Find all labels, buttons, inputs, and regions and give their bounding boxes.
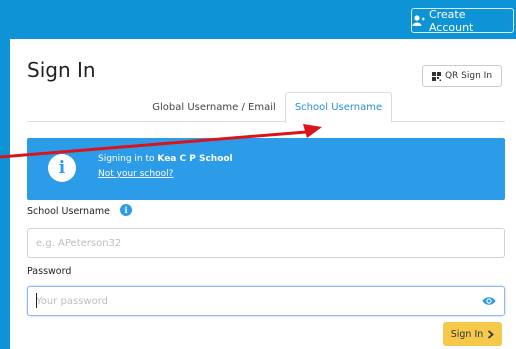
sign-in-tabs: Global Username / Email School Username [27, 92, 505, 123]
top-bar: Create Account [0, 0, 516, 39]
qr-sign-in-button[interactable]: QR Sign In [422, 65, 502, 87]
text-caret [36, 293, 37, 308]
info-icon: i [48, 154, 76, 182]
school-username-label: School Username [27, 206, 110, 217]
tab-school-username[interactable]: School Username [285, 92, 392, 123]
sign-in-label: Sign In [450, 328, 484, 340]
page-title: Sign In [27, 58, 96, 82]
signing-in-text: Signing in to Kea C P School [98, 154, 233, 164]
add-user-icon [412, 15, 425, 26]
qr-code-icon [431, 71, 441, 81]
qr-sign-in-label: QR Sign In [444, 71, 493, 81]
password-input[interactable] [27, 286, 505, 316]
create-account-button[interactable]: Create Account [411, 7, 514, 34]
create-account-label: Create Account [428, 7, 474, 34]
help-icon[interactable]: i [120, 204, 132, 216]
tab-global-username[interactable]: Global Username / Email [143, 92, 285, 122]
school-username-input[interactable] [27, 228, 505, 258]
left-bar [0, 39, 10, 349]
sign-in-button[interactable]: Sign In [443, 322, 502, 346]
password-label: Password [27, 266, 72, 277]
school-name: Kea C P School [157, 154, 233, 164]
chevron-right-icon [488, 329, 495, 339]
not-your-school-link[interactable]: Not your school? [98, 169, 173, 179]
eye-icon[interactable] [482, 295, 496, 307]
school-info-banner: i Signing in to Kea C P School Not your … [27, 138, 505, 200]
